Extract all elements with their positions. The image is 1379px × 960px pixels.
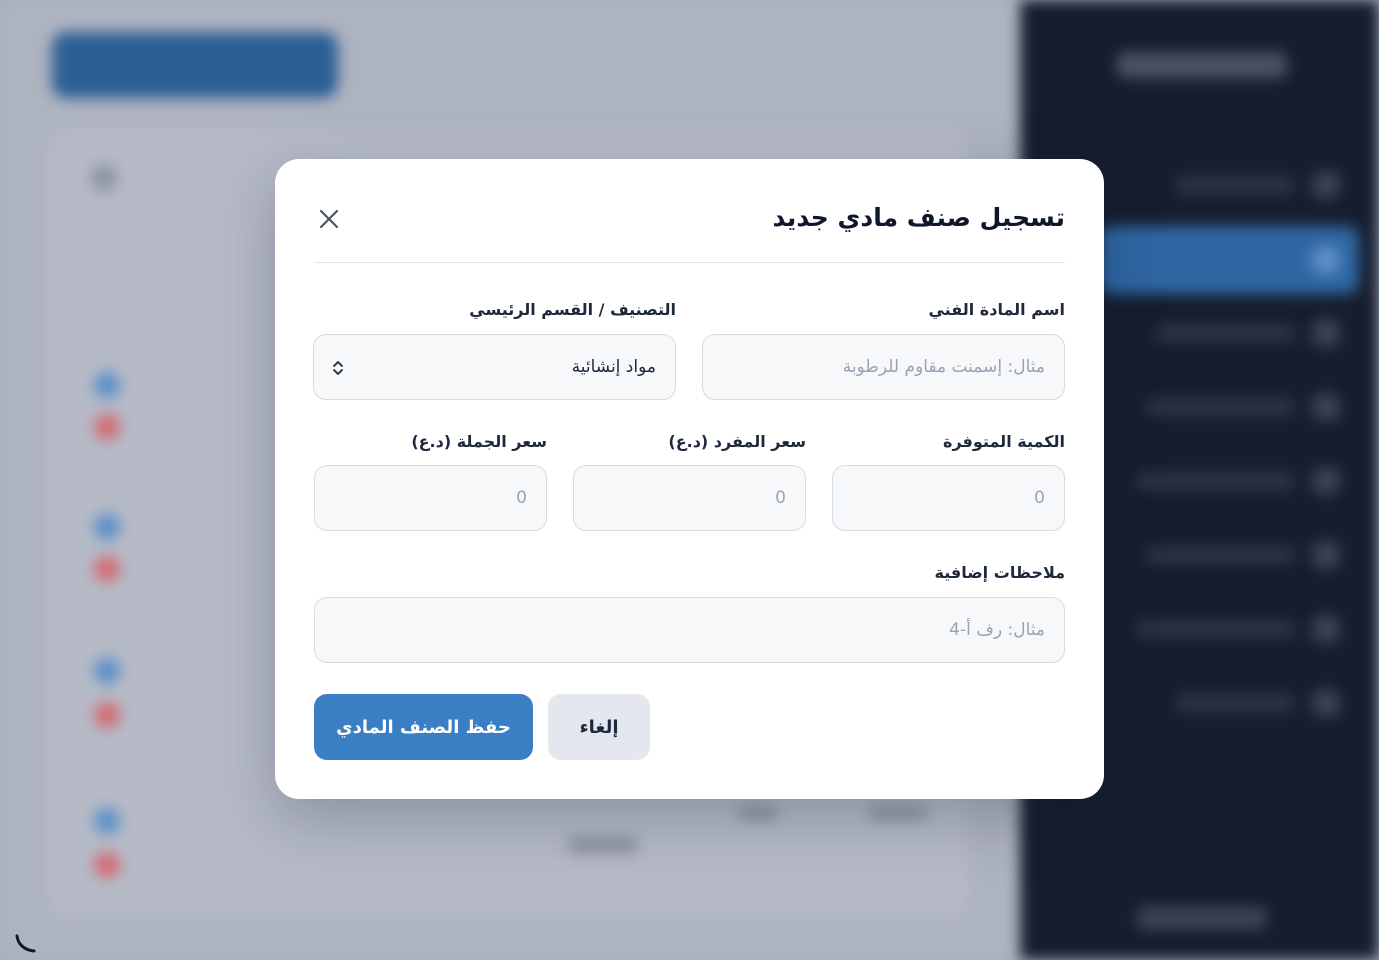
new-item-modal: تسجيل صنف مادي جديد اسم المادة الفني مثا…: [275, 159, 1104, 799]
unit-price-input[interactable]: 0: [573, 465, 806, 531]
quantity-label: الكمية المتوفرة: [943, 432, 1065, 451]
quantity-placeholder: 0: [1034, 488, 1045, 508]
category-label: التصنيف / القسم الرئيسي: [469, 300, 676, 319]
quantity-input[interactable]: 0: [832, 465, 1065, 531]
cancel-button[interactable]: إلغاء: [548, 694, 650, 760]
save-item-button[interactable]: حفظ الصنف المادي: [314, 694, 533, 760]
wholesale-price-input[interactable]: 0: [314, 465, 547, 531]
material-name-label: اسم المادة الفني: [928, 300, 1065, 319]
close-icon: [319, 209, 339, 229]
background-primary-button: [52, 32, 338, 98]
wholesale-price-placeholder: 0: [516, 488, 527, 508]
notes-placeholder: مثال: رف أ-4: [949, 620, 1045, 640]
chevron-up-down-icon: [333, 361, 343, 375]
modal-title: تسجيل صنف مادي جديد: [772, 203, 1065, 232]
material-name-placeholder: مثال: إسمنت مقاوم للرطوبة: [842, 357, 1045, 377]
category-select[interactable]: مواد إنشائية: [313, 334, 676, 400]
category-value: مواد إنشائية: [571, 357, 656, 377]
modal-header: تسجيل صنف مادي جديد: [314, 199, 1065, 263]
notes-label: ملاحظات إضافية: [934, 563, 1066, 582]
notes-input[interactable]: مثال: رف أ-4: [314, 597, 1065, 663]
close-button[interactable]: [314, 204, 344, 234]
unit-price-placeholder: 0: [775, 488, 786, 508]
phone-icon: [15, 934, 36, 953]
material-name-input[interactable]: مثال: إسمنت مقاوم للرطوبة: [702, 334, 1065, 400]
unit-price-label: سعر المفرد (د.ع): [668, 432, 806, 451]
wholesale-price-label: سعر الجملة (د.ع): [411, 432, 547, 451]
